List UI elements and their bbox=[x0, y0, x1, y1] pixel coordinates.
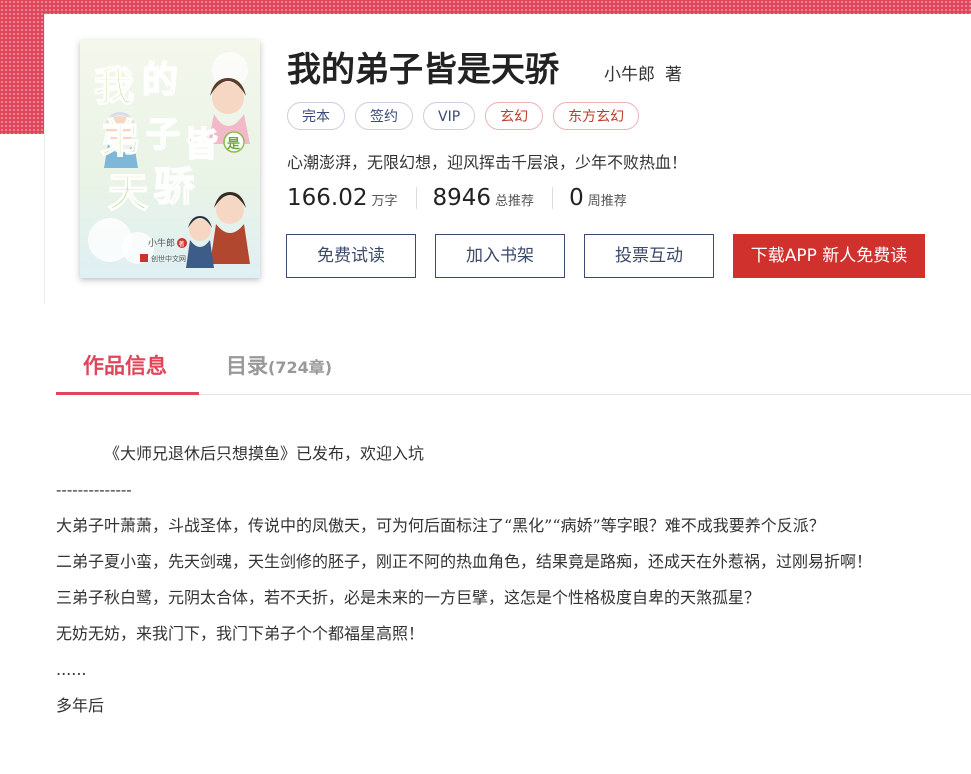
description-line: 无妨无妨，来我门下，我门下弟子个个都福星高照！ bbox=[56, 624, 425, 643]
tab-book-info[interactable]: 作品信息 bbox=[56, 350, 199, 395]
stat-total-recommend: 8946 总推荐 bbox=[433, 185, 535, 211]
detail-tabs: 作品信息 目录(724章) bbox=[56, 338, 971, 395]
book-description: 《大师兄退休后只想摸鱼》已发布，欢迎入坑 -------------- 大弟子叶… bbox=[56, 436, 936, 724]
free-read-button[interactable]: 免费试读 bbox=[286, 234, 416, 278]
tag-subgenre[interactable]: 东方玄幻 bbox=[553, 102, 640, 130]
vote-button[interactable]: 投票互动 bbox=[584, 234, 714, 278]
description-line: -------------- bbox=[56, 480, 132, 499]
book-stats: 166.02 万字 8946 总推荐 0 周推荐 bbox=[287, 185, 627, 211]
tab-catalog-count: (724章) bbox=[268, 358, 333, 377]
stat-value: 0 bbox=[569, 185, 584, 211]
description-line: 大弟子叶萧萧，斗战圣体，传说中的凤傲天，可为何后面标注了“黑化”“病娇”等字眼？… bbox=[56, 516, 825, 535]
book-tags: 完本 签约 VIP 玄幻 东方玄幻 bbox=[287, 102, 640, 130]
cover-title-char: 弟 bbox=[100, 116, 140, 162]
description-line: 《大师兄退休后只想摸鱼》已发布，欢迎入坑 bbox=[104, 444, 425, 463]
cover-title-char: 子 bbox=[146, 115, 180, 155]
tab-catalog[interactable]: 目录(724章) bbox=[226, 350, 332, 380]
stat-unit: 万字 bbox=[371, 194, 398, 209]
description-line: 多年后 bbox=[56, 696, 105, 715]
description-line: 二弟子夏小蛮，先天剑魂，天生剑修的胚子，刚正不阿的热血角色，结果竟是路痴，还成天… bbox=[56, 552, 873, 571]
stat-divider bbox=[552, 187, 554, 209]
stat-unit: 周推荐 bbox=[587, 194, 627, 209]
cover-title-char: 是 bbox=[226, 137, 241, 152]
stat-unit: 总推荐 bbox=[495, 194, 535, 209]
book-title: 我的弟子皆是天骄 bbox=[287, 50, 559, 90]
stat-value: 8946 bbox=[432, 185, 492, 211]
tag-signed: 签约 bbox=[355, 102, 413, 130]
download-app-button[interactable]: 下载APP 新人免费读 bbox=[733, 234, 925, 278]
add-to-shelf-button[interactable]: 加入书架 bbox=[435, 234, 565, 278]
tag-status: 完本 bbox=[287, 102, 345, 130]
cover-author-mark: 小牛郎 bbox=[148, 237, 175, 249]
cover-title-char: 的 bbox=[142, 60, 178, 101]
stat-divider bbox=[415, 187, 417, 209]
panel-edge bbox=[44, 14, 45, 304]
book-cover-image[interactable]: 我 的 弟 子 皆 是 天 骄 小牛郎 著 创世中文网 bbox=[80, 40, 260, 278]
cover-seal: 著 bbox=[179, 240, 185, 248]
tag-vip: VIP bbox=[423, 102, 476, 130]
description-line: ...... bbox=[56, 660, 87, 679]
author-suffix: 著 bbox=[665, 65, 682, 85]
stat-weekly-recommend: 0 周推荐 bbox=[569, 185, 627, 211]
cover-title-char: 骄 bbox=[154, 164, 195, 210]
tab-catalog-label: 目录 bbox=[226, 354, 268, 378]
cover-title-char: 天 bbox=[108, 170, 148, 216]
tag-genre[interactable]: 玄幻 bbox=[485, 102, 544, 130]
cover-title-char: 皆 bbox=[184, 125, 218, 165]
book-intro: 心潮澎湃，无限幻想，迎风挥击千层浪，少年不败热血！ bbox=[287, 153, 688, 172]
description-line: 三弟子秋白鹭，元阴太合体，若不夭折，必是未来的一方巨擘，这怎是个性格极度自卑的天… bbox=[56, 588, 761, 607]
author-name-link[interactable]: 小牛郎 bbox=[604, 65, 655, 85]
cover-publisher: 创世中文网 bbox=[151, 254, 186, 263]
stat-word-count: 166.02 万字 bbox=[287, 185, 398, 211]
book-author: 小牛郎著 bbox=[604, 60, 682, 85]
cover-title-char: 我 bbox=[94, 64, 134, 110]
stat-value: 166.02 bbox=[287, 185, 368, 211]
